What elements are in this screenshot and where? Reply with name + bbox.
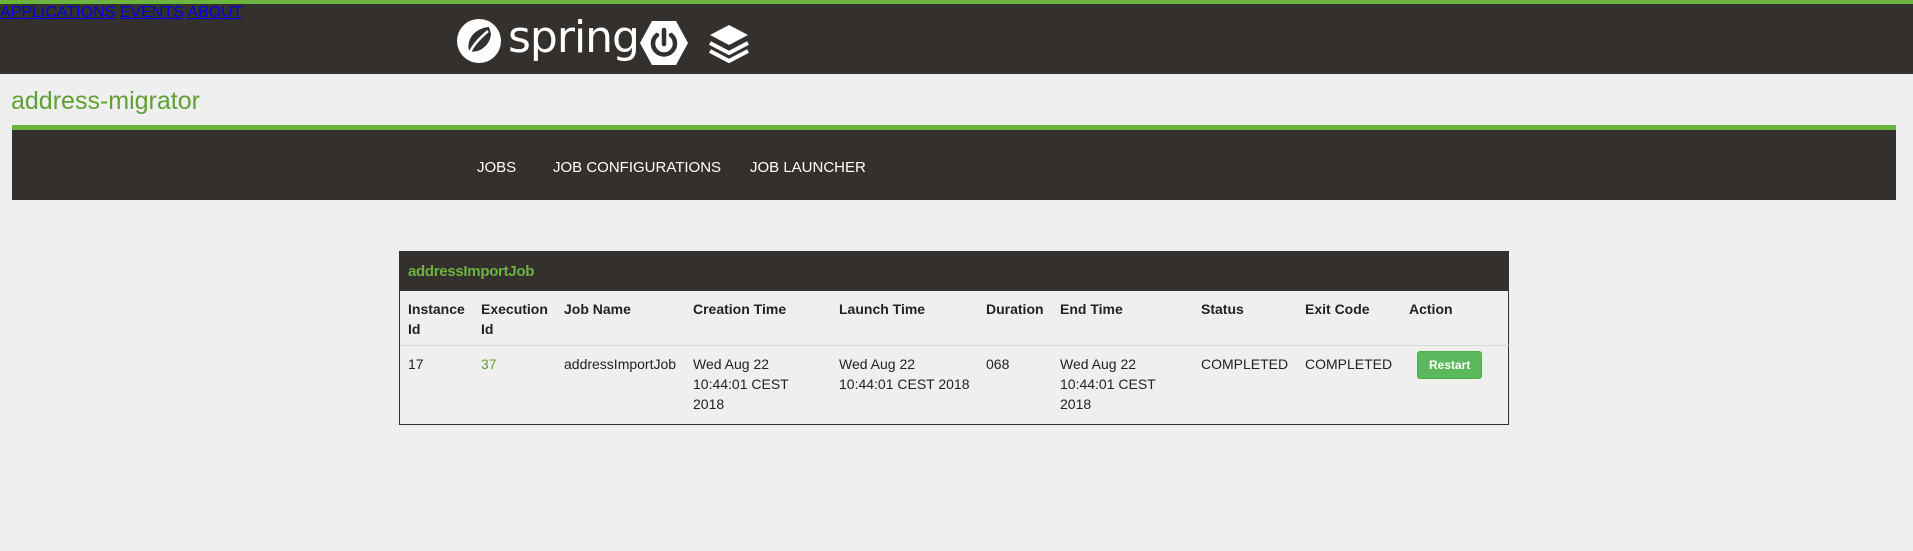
execution-id-cell: 37 [473,346,556,423]
spring-leaf-icon [457,19,501,63]
table-header-row: Instance Id Execution Id Job Name Creati… [400,291,1510,346]
end-time-cell: Wed Aug 22 10:44:01 CEST 2018 [1060,356,1156,412]
col-header: Exit Code [1305,301,1370,317]
col-header: Job Name [564,301,631,317]
nav-about[interactable]: ABOUT [187,4,242,21]
page-title: address-migrator [11,87,200,115]
table-row: 17 37 addressImportJob Wed Aug 22 10:44:… [400,346,1510,423]
job-name-cell: addressImportJob [564,356,677,372]
nav-applications[interactable]: APPLICATIONS [0,4,115,21]
top-header: spring APPLICATIONS EVENTS ABOUT [0,0,1913,74]
action-cell: Restart [1401,346,1510,423]
brand-wordmark: spring [508,12,640,63]
spring-boot-power-icon [640,21,688,65]
nav-events[interactable]: EVENTS [120,4,184,21]
tab-job-launcher[interactable]: JOB LAUNCHER [750,159,866,176]
duration-cell: 068 [986,356,1010,372]
stack-layers-icon [709,25,749,64]
col-header: Duration [986,301,1044,317]
tab-jobs[interactable]: JOBS [477,159,516,176]
col-header: Execution Id [481,301,548,337]
spring-logo[interactable]: spring [456,12,640,66]
execution-id-link[interactable]: 37 [481,356,497,372]
status-cell: COMPLETED [1201,356,1289,372]
panel-title: addressImportJob [400,252,1508,291]
exit-code-cell: COMPLETED [1305,356,1393,372]
instance-id-cell: 17 [408,356,424,372]
executions-table: Instance Id Execution Id Job Name Creati… [400,291,1510,422]
col-header: Status [1201,301,1244,317]
col-header: Creation Time [693,301,787,317]
launch-time-cell: Wed Aug 22 10:44:01 CEST 2018 [839,356,970,392]
job-subnav: JOBS JOB CONFIGURATIONS JOB LAUNCHER [12,125,1896,200]
restart-button[interactable]: Restart [1417,351,1483,379]
col-header: Instance Id [408,301,465,337]
col-header: Action [1409,301,1453,317]
col-header: Launch Time [839,301,926,317]
creation-time-cell: Wed Aug 22 10:44:01 CEST 2018 [693,356,789,412]
col-header: End Time [1060,301,1123,317]
tab-job-configurations[interactable]: JOB CONFIGURATIONS [553,159,721,176]
job-executions-panel: addressImportJob Instance Id Execution I… [399,251,1510,425]
